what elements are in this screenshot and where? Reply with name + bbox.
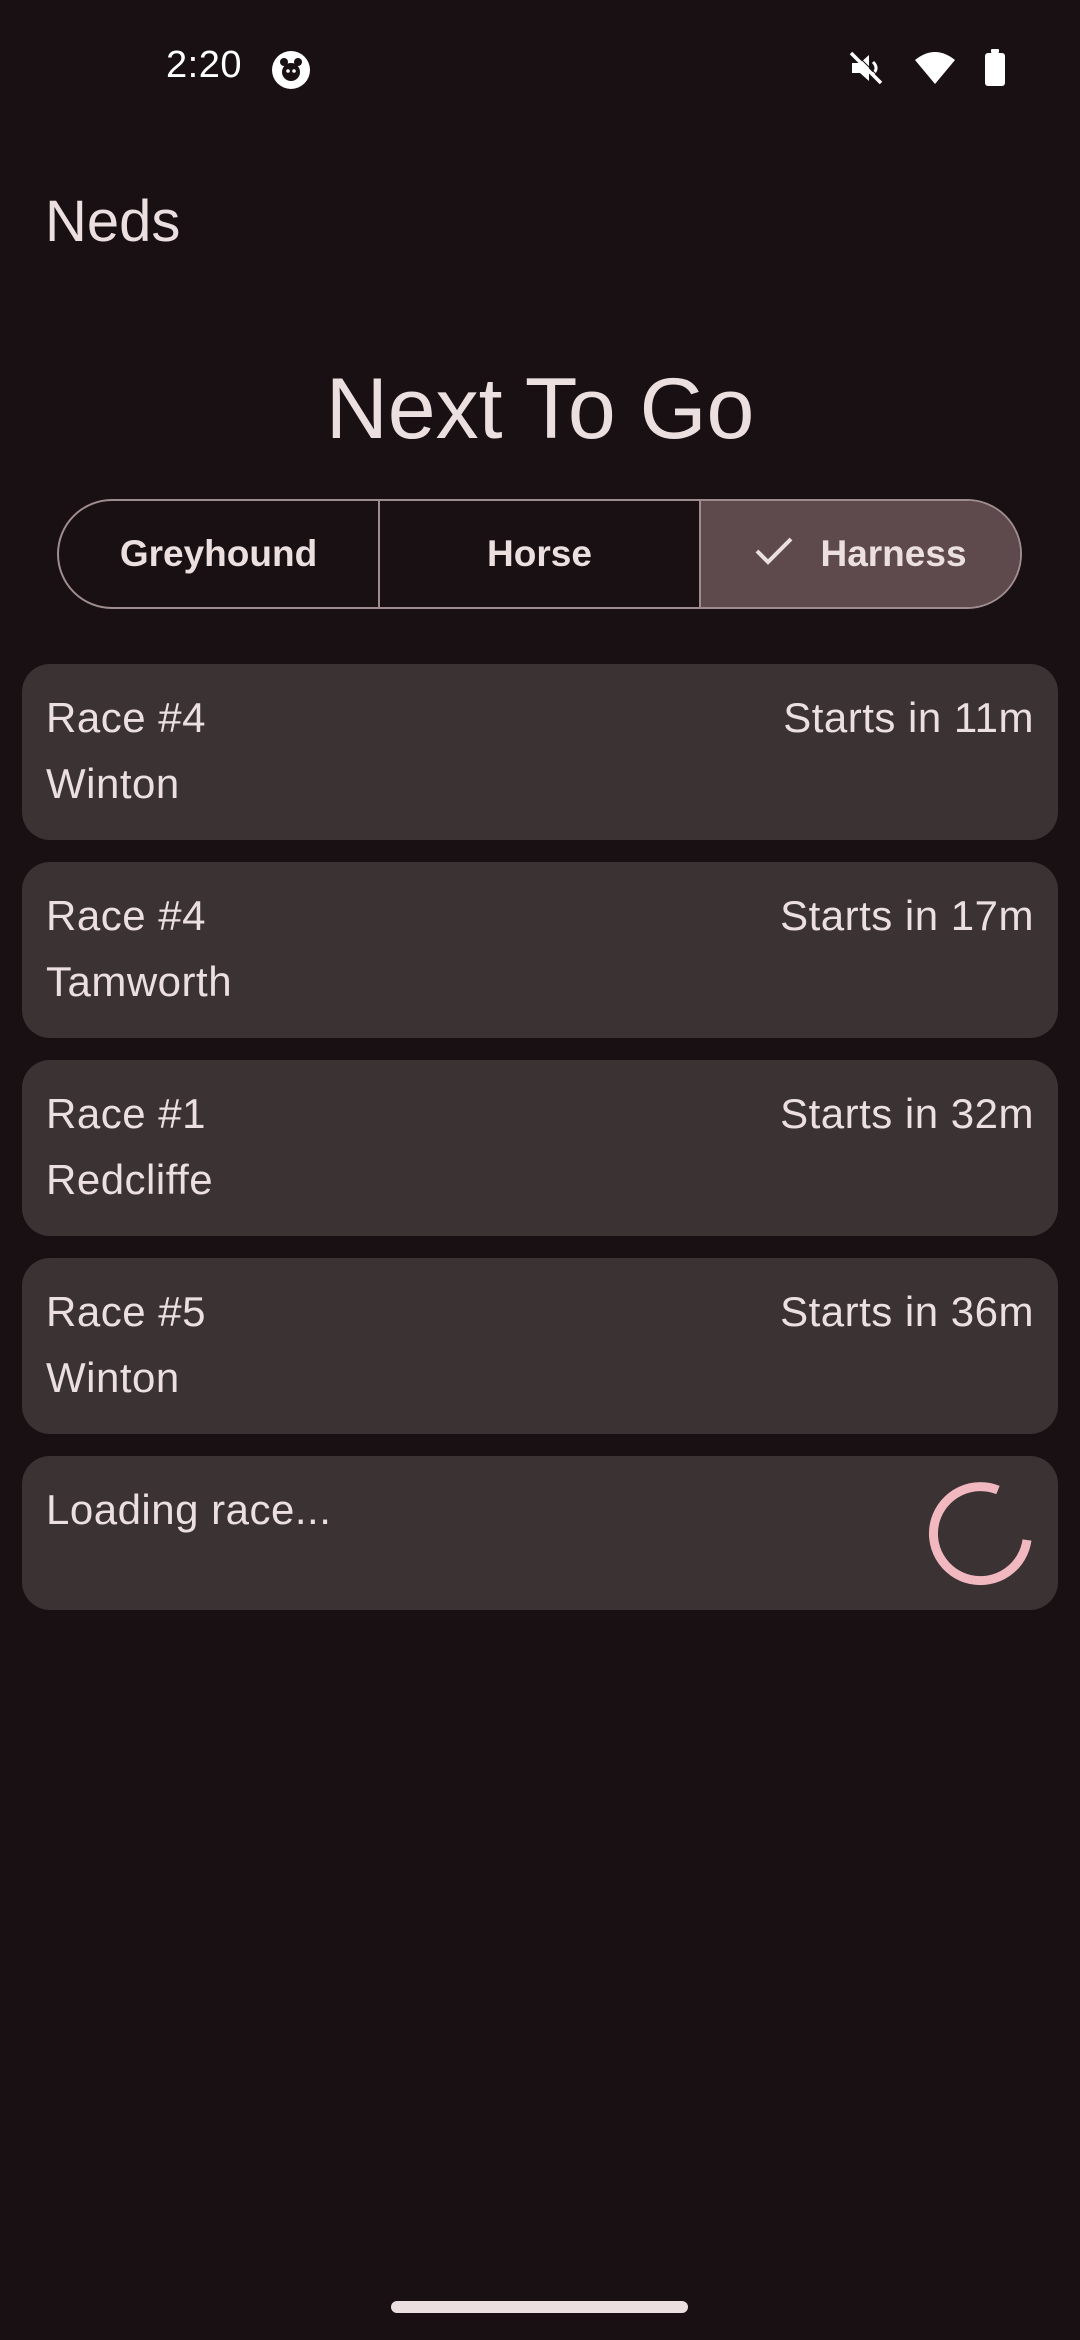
race-card[interactable]: Race #4 Tamworth Starts in 17m [22,862,1058,1038]
race-venue: Redcliffe [46,1156,214,1203]
filter-horse-button[interactable]: Horse [380,501,701,607]
race-venue: Winton [46,760,180,807]
wifi-icon [914,50,956,91]
race-start-time: Starts in 36m [780,1288,1034,1335]
filter-harness-label: Harness [820,533,967,574]
race-start-time: Starts in 32m [780,1090,1034,1137]
loading-spinner-icon [926,1478,1036,1588]
race-card[interactable]: Race #4 Winton Starts in 11m [22,664,1058,840]
race-list: Race #4 Winton Starts in 11m Race #4 Tam… [22,664,1058,1632]
screen: 2:20 Neds Next To Go Greyhound Horse Har… [0,0,1080,2340]
filter-harness-button[interactable]: Harness [701,501,1020,607]
race-venue: Tamworth [46,958,233,1005]
battery-icon [984,49,1006,92]
loading-text: Loading race... [46,1486,332,1533]
filter-greyhound-label: Greyhound [119,533,318,574]
race-number: Race #5 [46,1288,206,1335]
status-time: 2:20 [166,44,242,86]
race-card[interactable]: Race #1 Redcliffe Starts in 32m [22,1060,1058,1236]
race-venue: Winton [46,1354,180,1401]
filter-greyhound-button[interactable]: Greyhound [59,501,380,607]
app-notification-icon [272,51,310,89]
status-icons [846,48,1006,93]
race-start-time: Starts in 11m [783,694,1034,741]
race-card[interactable]: Race #5 Winton Starts in 36m [22,1258,1058,1434]
race-number: Race #4 [46,892,206,939]
loading-race-card: Loading race... [22,1456,1058,1610]
race-number: Race #1 [46,1090,206,1137]
race-number: Race #4 [46,694,206,741]
race-type-filter: Greyhound Horse Harness [57,499,1022,609]
filter-horse-label: Horse [487,533,592,574]
app-title: Neds [45,189,181,254]
page-title: Next To Go [325,361,755,457]
status-bar: 2:20 [0,0,1080,140]
race-start-time: Starts in 17m [780,892,1034,939]
home-indicator[interactable] [391,2301,688,2313]
check-icon [754,533,794,575]
mute-icon [846,48,886,93]
